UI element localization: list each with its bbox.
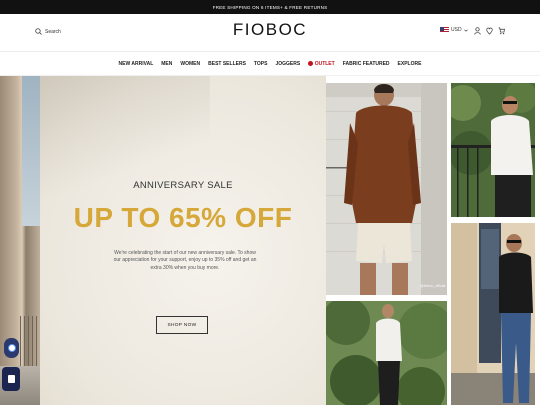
photo-credit-tag: @fioboc_official <box>420 284 446 288</box>
chat-widget-button[interactable] <box>2 367 20 391</box>
main-nav: NEW ARRIVAL MEN WOMEN BEST SELLERS TOPS … <box>0 52 540 76</box>
rewards-icon <box>7 344 16 352</box>
hero-headline: UP TO 65% OFF <box>73 202 293 233</box>
page: FREE SHIPPING ON 6 ITEMS+ & FREE RETURNS… <box>0 0 540 405</box>
nav-outlet-label: OUTLET <box>314 60 335 67</box>
nav-men[interactable]: MEN <box>161 61 172 67</box>
gallery-photo-outdoor[interactable] <box>326 301 447 405</box>
nav-fabric-featured[interactable]: FABRIC FEATURED <box>343 61 390 67</box>
hero-background-window <box>22 76 40 226</box>
hero-eyebrow: ANNIVERSARY SALE <box>133 180 233 191</box>
black-tee-photo-graphic <box>451 223 535 405</box>
nav-new-arrival[interactable]: NEW ARRIVAL <box>119 61 154 67</box>
outlet-tag-icon <box>308 61 314 66</box>
gallery-photo-brown-sweater[interactable]: @fioboc_official <box>326 83 447 295</box>
hero-body-text: We're celebrating the start of our new a… <box>113 250 257 271</box>
wishlist-button[interactable] <box>485 26 493 35</box>
currency-label: USD <box>451 27 462 33</box>
account-button[interactable] <box>473 26 481 35</box>
white-tee-photo-graphic <box>451 83 535 217</box>
outdoor-photo-graphic <box>326 301 447 405</box>
hero-banner[interactable]: ANNIVERSARY SALE UP TO 65% OFF We're cel… <box>0 76 326 405</box>
hero-background-railing <box>20 316 40 366</box>
site-header: Search FIOBOC USD <box>0 14 540 52</box>
nav-women[interactable]: WOMEN <box>180 61 200 67</box>
cart-button[interactable] <box>497 26 505 35</box>
announcement-text: FREE SHIPPING ON 6 ITEMS+ & FREE RETURNS <box>212 4 328 10</box>
user-icon <box>473 26 481 35</box>
chevron-down-icon <box>463 29 468 32</box>
nav-explore[interactable]: EXPLORE <box>398 61 422 67</box>
heart-icon <box>485 27 493 35</box>
nav-outlet[interactable]: OUTLET <box>308 61 335 67</box>
nav-best-sellers[interactable]: BEST SELLERS <box>208 61 246 67</box>
header-icons <box>473 26 505 35</box>
chat-icon <box>7 375 15 383</box>
brown-sweater-photo-graphic <box>326 83 447 295</box>
currency-selector[interactable]: USD <box>440 27 468 33</box>
rewards-widget-button[interactable] <box>4 338 19 358</box>
shop-now-button[interactable]: SHOP NOW <box>156 316 208 334</box>
nav-joggers[interactable]: JOGGERS <box>275 61 300 67</box>
hero-content: ANNIVERSARY SALE UP TO 65% OFF We're cel… <box>40 76 326 405</box>
cart-icon <box>498 27 505 34</box>
gallery-photo-black-tee[interactable] <box>451 223 535 405</box>
announcement-bar[interactable]: FREE SHIPPING ON 6 ITEMS+ & FREE RETURNS <box>0 0 540 14</box>
nav-tops[interactable]: TOPS <box>254 61 268 67</box>
gallery-photo-white-tee[interactable] <box>451 83 535 217</box>
us-flag-icon <box>440 27 449 33</box>
